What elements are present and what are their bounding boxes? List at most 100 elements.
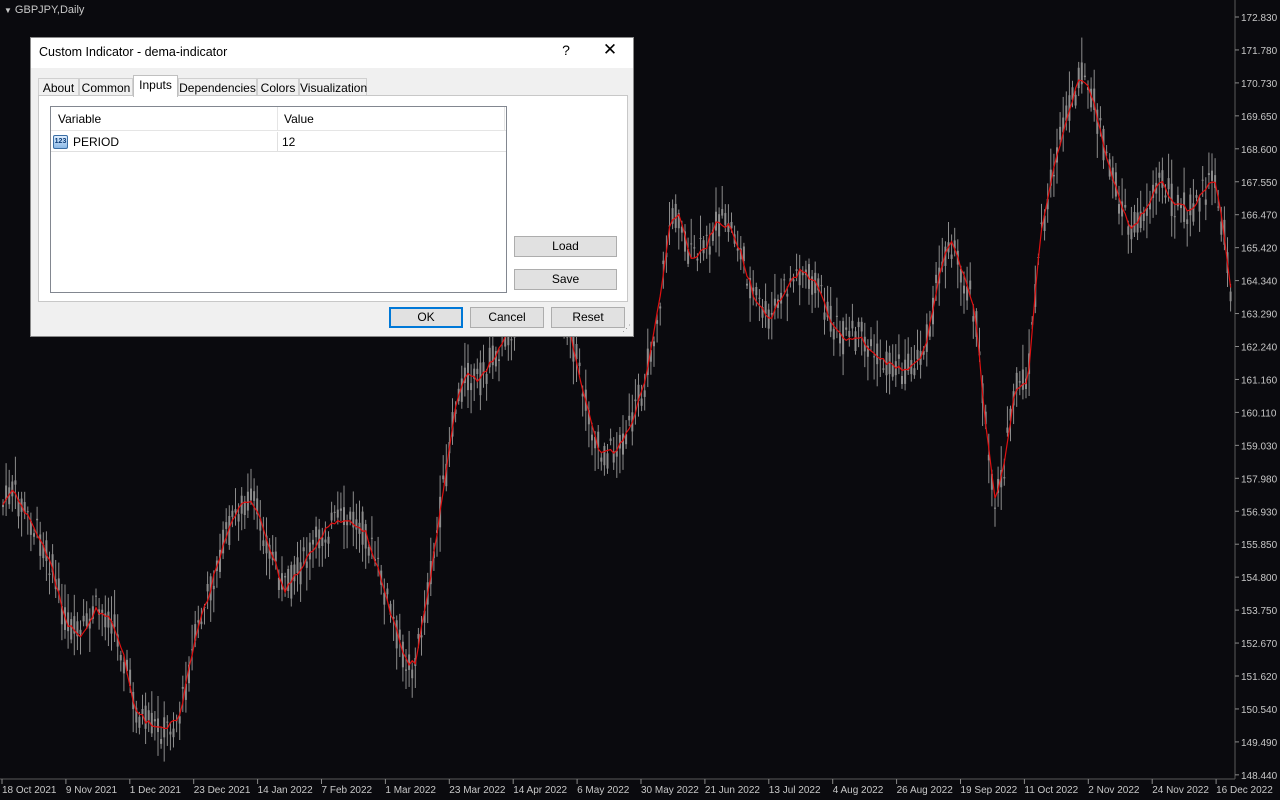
candle-body xyxy=(708,246,711,255)
date-label: 14 Jan 2022 xyxy=(258,785,313,796)
price-label: 153.750 xyxy=(1241,606,1278,617)
candle-body xyxy=(950,254,953,259)
candle-body xyxy=(662,260,665,265)
inputs-table[interactable]: Variable Value 123 PERIOD 12 xyxy=(50,106,507,293)
price-label: 163.290 xyxy=(1241,310,1278,321)
candle-body xyxy=(1161,170,1164,188)
price-label: 162.240 xyxy=(1241,343,1278,354)
price-label: 160.110 xyxy=(1241,408,1277,419)
candle-body xyxy=(786,293,789,297)
candle-body xyxy=(333,511,336,513)
candle-body xyxy=(169,731,172,735)
candle-body xyxy=(122,662,125,674)
candle-body xyxy=(674,203,677,228)
candle-body xyxy=(36,518,39,521)
candle-body xyxy=(157,718,159,733)
candle-body xyxy=(1201,179,1204,181)
candle-body xyxy=(48,573,51,575)
candle-body xyxy=(1167,178,1170,190)
tab-common[interactable]: Common xyxy=(79,78,133,96)
save-button[interactable]: Save xyxy=(514,269,617,290)
date-label: 30 May 2022 xyxy=(641,785,699,796)
candle-body xyxy=(1217,206,1220,208)
candle-body xyxy=(1021,369,1024,390)
date-label: 9 Nov 2021 xyxy=(66,785,118,796)
date-label: 6 May 2022 xyxy=(577,785,630,796)
load-button[interactable]: Load xyxy=(514,236,617,257)
price-label: 152.670 xyxy=(1241,639,1278,650)
close-icon[interactable]: ✕ xyxy=(601,40,619,60)
candle-body xyxy=(470,383,473,391)
candle-body xyxy=(1118,204,1120,214)
candle-body xyxy=(324,539,327,543)
candle-body xyxy=(1207,173,1210,176)
candle-body xyxy=(460,378,463,402)
resize-grip-icon[interactable]: ⋰ xyxy=(622,323,631,334)
price-label: 168.600 xyxy=(1241,145,1278,156)
candle-body xyxy=(746,283,748,286)
candle-body xyxy=(178,716,181,724)
dropdown-triangle-icon[interactable]: ▼ xyxy=(4,6,12,15)
date-label: 1 Dec 2021 xyxy=(130,785,182,796)
candle-body xyxy=(578,362,581,367)
date-label: 23 Dec 2021 xyxy=(194,785,251,796)
candle-body xyxy=(370,537,373,539)
price-label: 172.830 xyxy=(1241,13,1278,24)
candle-body xyxy=(510,339,513,341)
candle-body xyxy=(82,615,85,622)
tab-inputs[interactable]: Inputs xyxy=(133,75,178,97)
help-button[interactable]: ? xyxy=(561,42,571,58)
cancel-button[interactable]: Cancel xyxy=(470,307,544,328)
candle-body xyxy=(603,446,606,466)
tab-dependencies[interactable]: Dependencies xyxy=(178,78,257,96)
candle-body xyxy=(361,511,364,545)
candle-body xyxy=(1189,194,1192,216)
candle-body xyxy=(792,279,795,282)
date-label: 7 Feb 2022 xyxy=(322,785,373,796)
candle-body xyxy=(237,514,240,522)
column-variable[interactable]: Variable xyxy=(58,112,101,126)
ok-button[interactable]: OK xyxy=(389,307,463,328)
price-label: 161.160 xyxy=(1241,375,1278,386)
candle-body xyxy=(1164,195,1167,198)
candle-body xyxy=(897,354,900,359)
candle-body xyxy=(1127,226,1130,235)
candle-body xyxy=(848,330,851,337)
candle-body xyxy=(160,738,163,744)
tab-visualization[interactable]: Visualization xyxy=(299,78,367,96)
candle-body xyxy=(200,621,203,625)
candle-body xyxy=(643,390,646,397)
candle-body xyxy=(26,511,29,513)
table-row[interactable]: 123 PERIOD 12 xyxy=(51,132,506,152)
column-divider[interactable] xyxy=(277,107,278,131)
candle-body xyxy=(119,654,122,661)
candle-body xyxy=(963,285,965,294)
candle-body xyxy=(250,488,252,501)
column-value[interactable]: Value xyxy=(284,112,314,126)
candle-body xyxy=(70,619,73,640)
candle-body xyxy=(618,434,621,449)
candle-body xyxy=(1077,67,1080,89)
candle-body xyxy=(913,368,916,376)
candle-body xyxy=(476,368,479,375)
tab-about[interactable]: About xyxy=(38,78,79,96)
candle-body xyxy=(835,315,838,317)
column-divider[interactable] xyxy=(504,107,505,131)
candle-body xyxy=(783,279,786,281)
tab-colors[interactable]: Colors xyxy=(257,78,299,96)
candle-body xyxy=(147,710,150,721)
candle-body xyxy=(857,321,860,328)
reset-button[interactable]: Reset xyxy=(551,307,625,328)
dialog-titlebar[interactable]: Custom Indicator - dema-indicator ? ✕ xyxy=(31,38,633,68)
candle-body xyxy=(1211,170,1213,181)
price-label: 156.930 xyxy=(1241,507,1278,518)
candle-body xyxy=(888,352,891,375)
candle-body xyxy=(234,509,237,513)
dialog-title: Custom Indicator - dema-indicator xyxy=(39,45,228,59)
candle-body xyxy=(1142,212,1145,221)
candle-body xyxy=(699,237,702,239)
candle-body xyxy=(181,686,184,689)
candle-body xyxy=(870,339,872,347)
symbol-label[interactable]: ▼ GBPJPY,Daily xyxy=(4,4,84,16)
variable-value[interactable]: 12 xyxy=(282,135,295,149)
